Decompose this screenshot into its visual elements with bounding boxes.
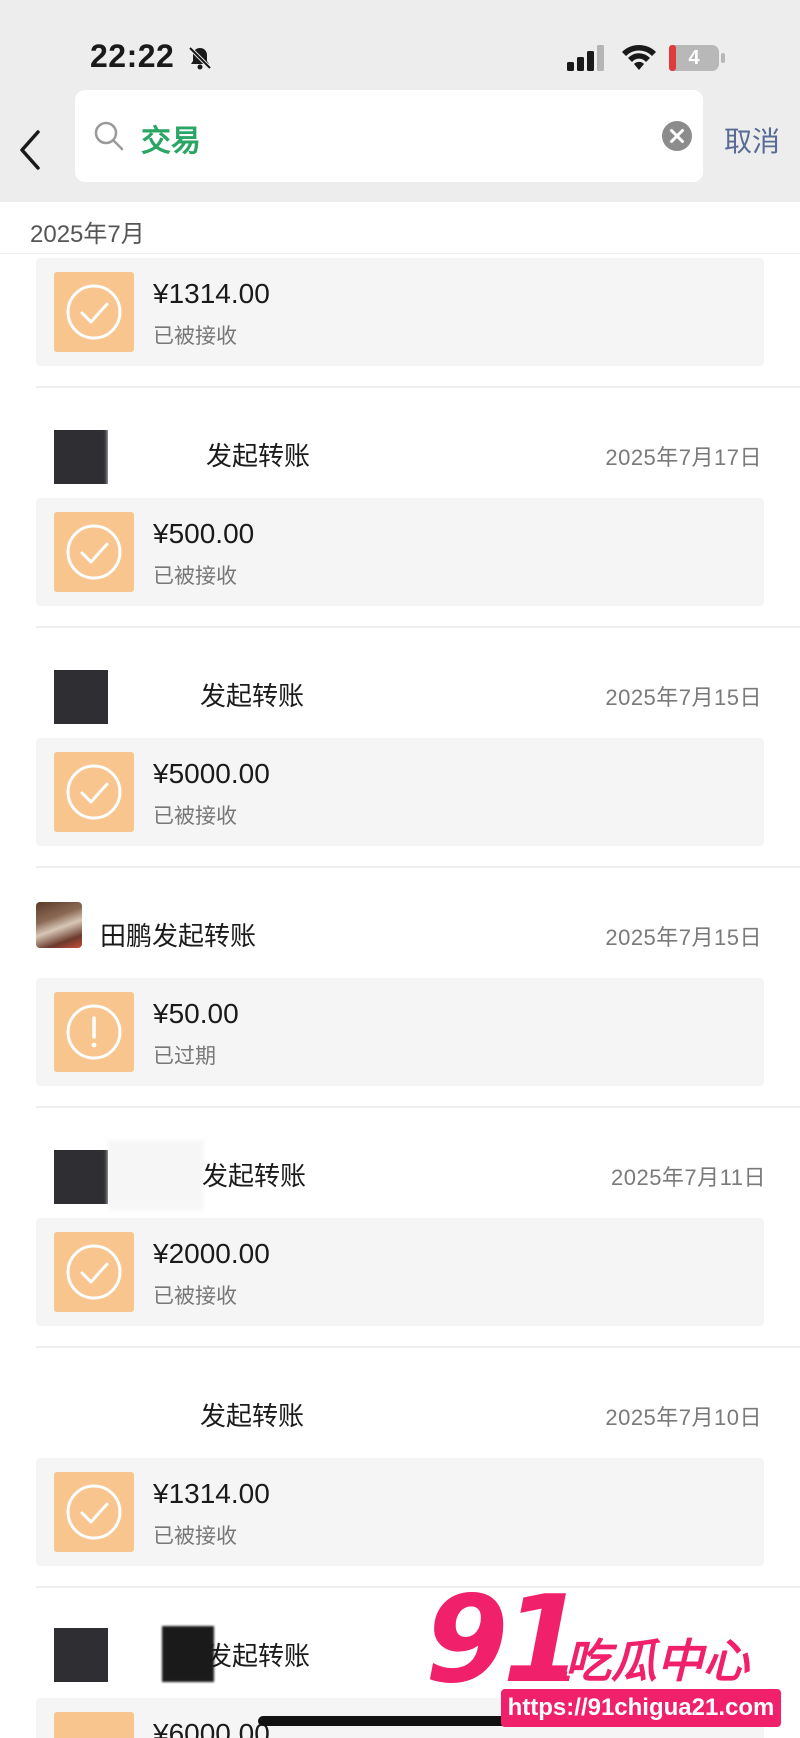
avatar — [54, 430, 108, 484]
transfer-status: 已过期 — [153, 1045, 216, 1068]
muted-bell-icon — [188, 46, 212, 70]
transfer-card[interactable]: ¥500.00 已被接收 — [36, 498, 764, 606]
check-circle-icon — [54, 512, 134, 592]
avatar — [54, 1628, 108, 1682]
month-section-header: 2025年7月 — [0, 202, 800, 254]
header: 22:22 4 交易 取消 — [0, 0, 800, 202]
divider — [36, 386, 800, 388]
transfer-amount: ¥1314.00 — [153, 1478, 270, 1509]
transfer-card[interactable]: ¥2000.00 已被接收 — [36, 1218, 764, 1326]
avatar — [54, 670, 108, 724]
status-time: 22:22 — [90, 38, 175, 74]
check-circle-icon — [54, 1712, 134, 1738]
transfer-status: 已被接收 — [153, 1525, 237, 1548]
transfer-card[interactable]: ¥5000.00 已被接收 — [36, 738, 764, 846]
divider — [36, 1106, 800, 1108]
watermark-url: https://91chigua21.com — [501, 1689, 781, 1727]
transfer-title: 发起转账 — [202, 1161, 307, 1191]
transfer-entry-header[interactable]: 发起转账 2025年7月17日 — [0, 400, 800, 496]
transfer-status: 已被接收 — [153, 325, 237, 348]
transfer-card[interactable]: ¥1314.00 已被接收 — [36, 1458, 764, 1566]
clear-search-icon[interactable] — [661, 120, 693, 152]
transfer-amount: ¥500.00 — [153, 518, 255, 549]
search-query[interactable]: 交易 — [141, 116, 201, 160]
transfer-title: 发起转账 — [206, 441, 311, 471]
transfer-title: 发起转账 — [200, 681, 305, 711]
check-circle-icon — [54, 1472, 134, 1552]
exclamation-circle-icon — [54, 992, 134, 1072]
redacted-name — [108, 1140, 204, 1210]
transfer-date: 2025年7月15日 — [605, 925, 762, 950]
search-icon — [94, 121, 124, 151]
avatar — [36, 902, 82, 948]
transfer-status: 已被接收 — [153, 805, 237, 828]
avatar — [54, 1150, 108, 1204]
transfer-date: 2025年7月11日 — [610, 1165, 766, 1190]
month-label: 2025年7月 — [30, 221, 145, 248]
divider — [36, 1346, 800, 1348]
check-circle-icon — [54, 272, 134, 352]
cellular-signal-icon — [567, 45, 604, 71]
back-arrow-icon[interactable] — [14, 126, 48, 174]
transfer-entry-header[interactable]: 发起转账 2025年7月15日 — [0, 640, 800, 736]
transfer-card[interactable]: ¥50.00 已过期 — [36, 978, 764, 1086]
check-circle-icon — [54, 752, 134, 832]
transfer-date: 2025年7月10日 — [605, 1405, 762, 1430]
transfer-amount: ¥2000.00 — [153, 1238, 270, 1269]
transfer-title: 田鹏发起转账 — [100, 921, 257, 951]
transfer-amount: ¥6000.00 — [153, 1718, 270, 1738]
transfer-amount: ¥50.00 — [153, 998, 239, 1029]
battery-level: 4 — [688, 47, 700, 69]
wifi-icon — [622, 44, 656, 70]
status-bar: 22:22 4 — [0, 0, 800, 90]
transfer-date: 2025年7月15日 — [605, 685, 762, 710]
transfer-amount: ¥1314.00 — [153, 278, 270, 309]
divider — [36, 866, 800, 868]
transfer-title: 发起转账 — [200, 1401, 305, 1431]
transfer-entry-header[interactable]: 发起转账 2025年7月10日 — [0, 1360, 800, 1456]
divider — [36, 626, 800, 628]
transfer-title: 发起转账 — [206, 1641, 311, 1671]
transfer-card[interactable]: ¥1314.00 已被接收 — [36, 258, 764, 366]
transfer-status: 已被接收 — [153, 1285, 237, 1308]
watermark: 91 吃瓜中心 https://91chigua21.com — [425, 1571, 795, 1735]
transfer-date: 2025年7月17日 — [605, 445, 762, 470]
watermark-logo-text: 吃瓜中心 — [565, 1635, 749, 1687]
transfer-status: 已被接收 — [153, 565, 237, 588]
search-input[interactable]: 交易 — [75, 90, 703, 182]
check-circle-icon — [54, 1232, 134, 1312]
battery-icon: 4 — [668, 44, 726, 72]
redacted-name — [108, 424, 204, 490]
cancel-button[interactable]: 取消 — [724, 120, 780, 160]
transfer-entry-header[interactable]: 田鹏发起转账 2025年7月15日 — [0, 880, 800, 976]
transfer-entry-header[interactable]: 发起转账 2025年7月11日 — [0, 1120, 800, 1216]
transfer-amount: ¥5000.00 — [153, 758, 270, 789]
